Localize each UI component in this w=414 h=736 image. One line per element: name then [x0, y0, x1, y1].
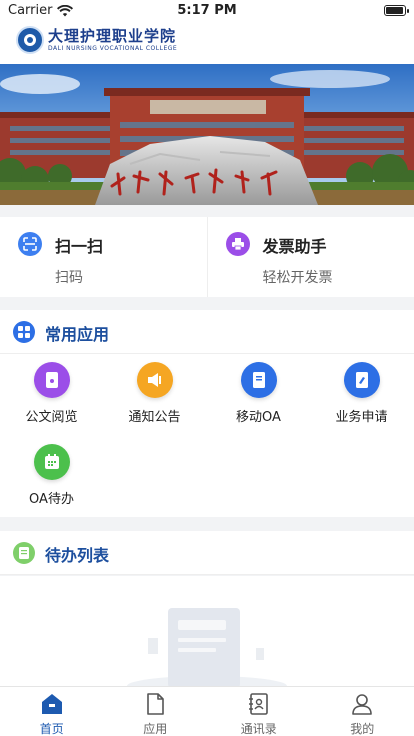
battery-icon [384, 5, 409, 16]
logo-name-en: DALI NURSING VOCATIONAL COLLEGE [48, 45, 178, 52]
app-header: 大理护理职业学院 DALI NURSING VOCATIONAL COLLEGE [0, 20, 414, 64]
file-icon [147, 693, 165, 715]
app-label: 移动OA [236, 410, 281, 425]
battery-level [386, 7, 404, 14]
scan-icon [18, 232, 42, 256]
status-bar: Carrier 5:17 PM [0, 0, 414, 20]
tab-label: 应用 [143, 722, 168, 736]
app-notices[interactable]: 通知公告 [103, 354, 206, 425]
logo-name-cn: 大理护理职业学院 [48, 27, 177, 45]
calendar-icon [34, 444, 70, 480]
college-logo: 大理护理职业学院 DALI NURSING VOCATIONAL COLLEGE [16, 26, 177, 54]
app-label: 通知公告 [128, 410, 181, 425]
app-document-reading[interactable]: 公文阅览 [0, 354, 103, 425]
scan-card[interactable]: 扫一扫 扫码 [0, 217, 207, 297]
user-icon [352, 694, 373, 715]
book-icon [241, 362, 277, 398]
common-apps-title: 常用应用 [45, 325, 110, 344]
status-time: 5:17 PM [177, 3, 237, 18]
campus-banner-image[interactable] [0, 64, 414, 205]
app-label: 公文阅览 [25, 410, 78, 425]
logo-text: 大理护理职业学院 DALI NURSING VOCATIONAL COLLEGE [48, 27, 177, 53]
app-label: OA待办 [29, 492, 74, 507]
college-seal-icon [16, 26, 44, 54]
app-business-application[interactable]: 业务申请 [310, 354, 413, 425]
app-oa-todo[interactable]: OA待办 [0, 436, 103, 507]
empty-state-illustration [127, 608, 287, 696]
invoice-assistant-card[interactable]: 发票助手 轻松开发票 [206, 217, 414, 297]
app-mobile-oa[interactable]: 移动OA [207, 354, 310, 425]
invoice-subtitle: 轻松开发票 [262, 270, 333, 286]
quick-actions: 扫一扫 扫码 发票助手 轻松开发票 [0, 217, 414, 297]
tab-contacts[interactable]: 通讯录 [207, 687, 311, 736]
tab-apps[interactable]: 应用 [104, 687, 208, 736]
printer-icon [225, 232, 250, 256]
bottom-tab-bar: 首页 应用 通讯录 我的 [0, 686, 414, 736]
campus-photo [0, 64, 414, 205]
tab-mine[interactable]: 我的 [311, 687, 414, 736]
app-label: 业务申请 [335, 410, 388, 425]
todo-list-empty-state [0, 576, 414, 696]
grid-icon [13, 321, 35, 343]
scan-subtitle: 扫码 [55, 270, 83, 286]
document-icon [34, 362, 70, 398]
home-icon [41, 694, 62, 714]
contacts-icon [248, 693, 268, 715]
tab-label: 我的 [350, 722, 375, 736]
form-icon [344, 362, 380, 398]
scan-title: 扫一扫 [55, 237, 104, 256]
common-apps-header: 常用应用 [0, 310, 414, 354]
tab-label: 首页 [39, 722, 64, 736]
todo-list-title: 待办列表 [45, 546, 110, 565]
tab-label: 通讯录 [240, 722, 277, 736]
notice-icon [137, 362, 173, 398]
invoice-title: 发票助手 [262, 237, 327, 256]
todo-list-header: 待办列表 [0, 531, 414, 575]
common-apps-grid: 公文阅览 通知公告 移动OA 业务申请 OA待办 [0, 354, 414, 517]
list-icon [13, 542, 35, 564]
tab-home[interactable]: 首页 [0, 687, 104, 736]
